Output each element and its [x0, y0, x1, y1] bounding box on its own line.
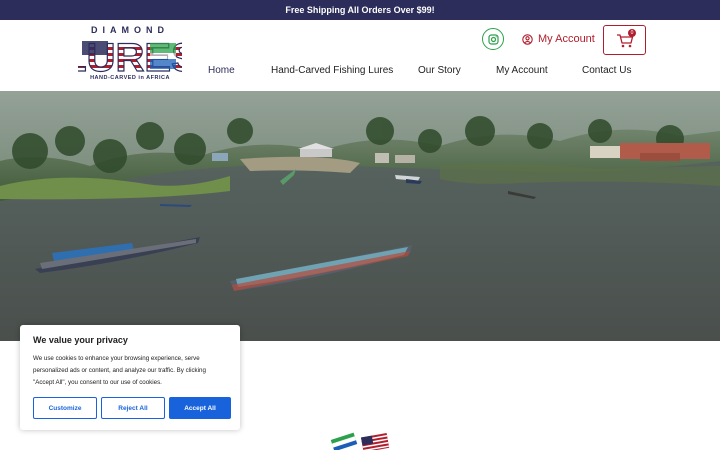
accept-all-button[interactable]: Accept All [169, 397, 231, 419]
logo-tagline: HAND-CARVED in AFRICA [90, 75, 170, 81]
cart-button[interactable]: 0 [603, 25, 646, 55]
instagram-button[interactable] [482, 28, 504, 50]
site-header: DIAMOND LURES HAND-CARVED in AFRICA Home… [0, 20, 720, 91]
instagram-icon [487, 33, 499, 45]
river-landscape-image [0, 91, 720, 341]
user-icon [522, 33, 533, 45]
flags-graphic [330, 432, 392, 453]
nav-home[interactable]: Home [208, 65, 235, 76]
nav-my-account[interactable]: My Account [496, 65, 548, 76]
announcement-bar: Free Shipping All Orders Over $99! [0, 0, 720, 20]
account-link[interactable]: My Account [522, 33, 595, 45]
logo-lures-graphic: LURES [78, 35, 182, 75]
crossed-flags-icon [330, 432, 390, 453]
site-logo[interactable]: DIAMOND LURES HAND-CARVED in AFRICA [78, 25, 182, 81]
nav-fishing-lures[interactable]: Hand-Carved Fishing Lures [271, 65, 393, 76]
cart-count-badge: 0 [628, 29, 636, 37]
account-label: My Account [538, 33, 595, 45]
cookie-consent-banner: We value your privacy We use cookies to … [20, 325, 240, 430]
reject-all-button[interactable]: Reject All [101, 397, 165, 419]
hero-image [0, 91, 720, 341]
nav-our-story[interactable]: Our Story [418, 65, 461, 76]
logo-top-text: DIAMOND [91, 25, 169, 35]
customize-button[interactable]: Customize [33, 397, 97, 419]
cookie-title: We value your privacy [33, 335, 128, 345]
announcement-text: Free Shipping All Orders Over $99! [285, 5, 435, 15]
cookie-body: We use cookies to enhance your browsing … [33, 355, 206, 386]
nav-contact-us[interactable]: Contact Us [582, 65, 631, 76]
